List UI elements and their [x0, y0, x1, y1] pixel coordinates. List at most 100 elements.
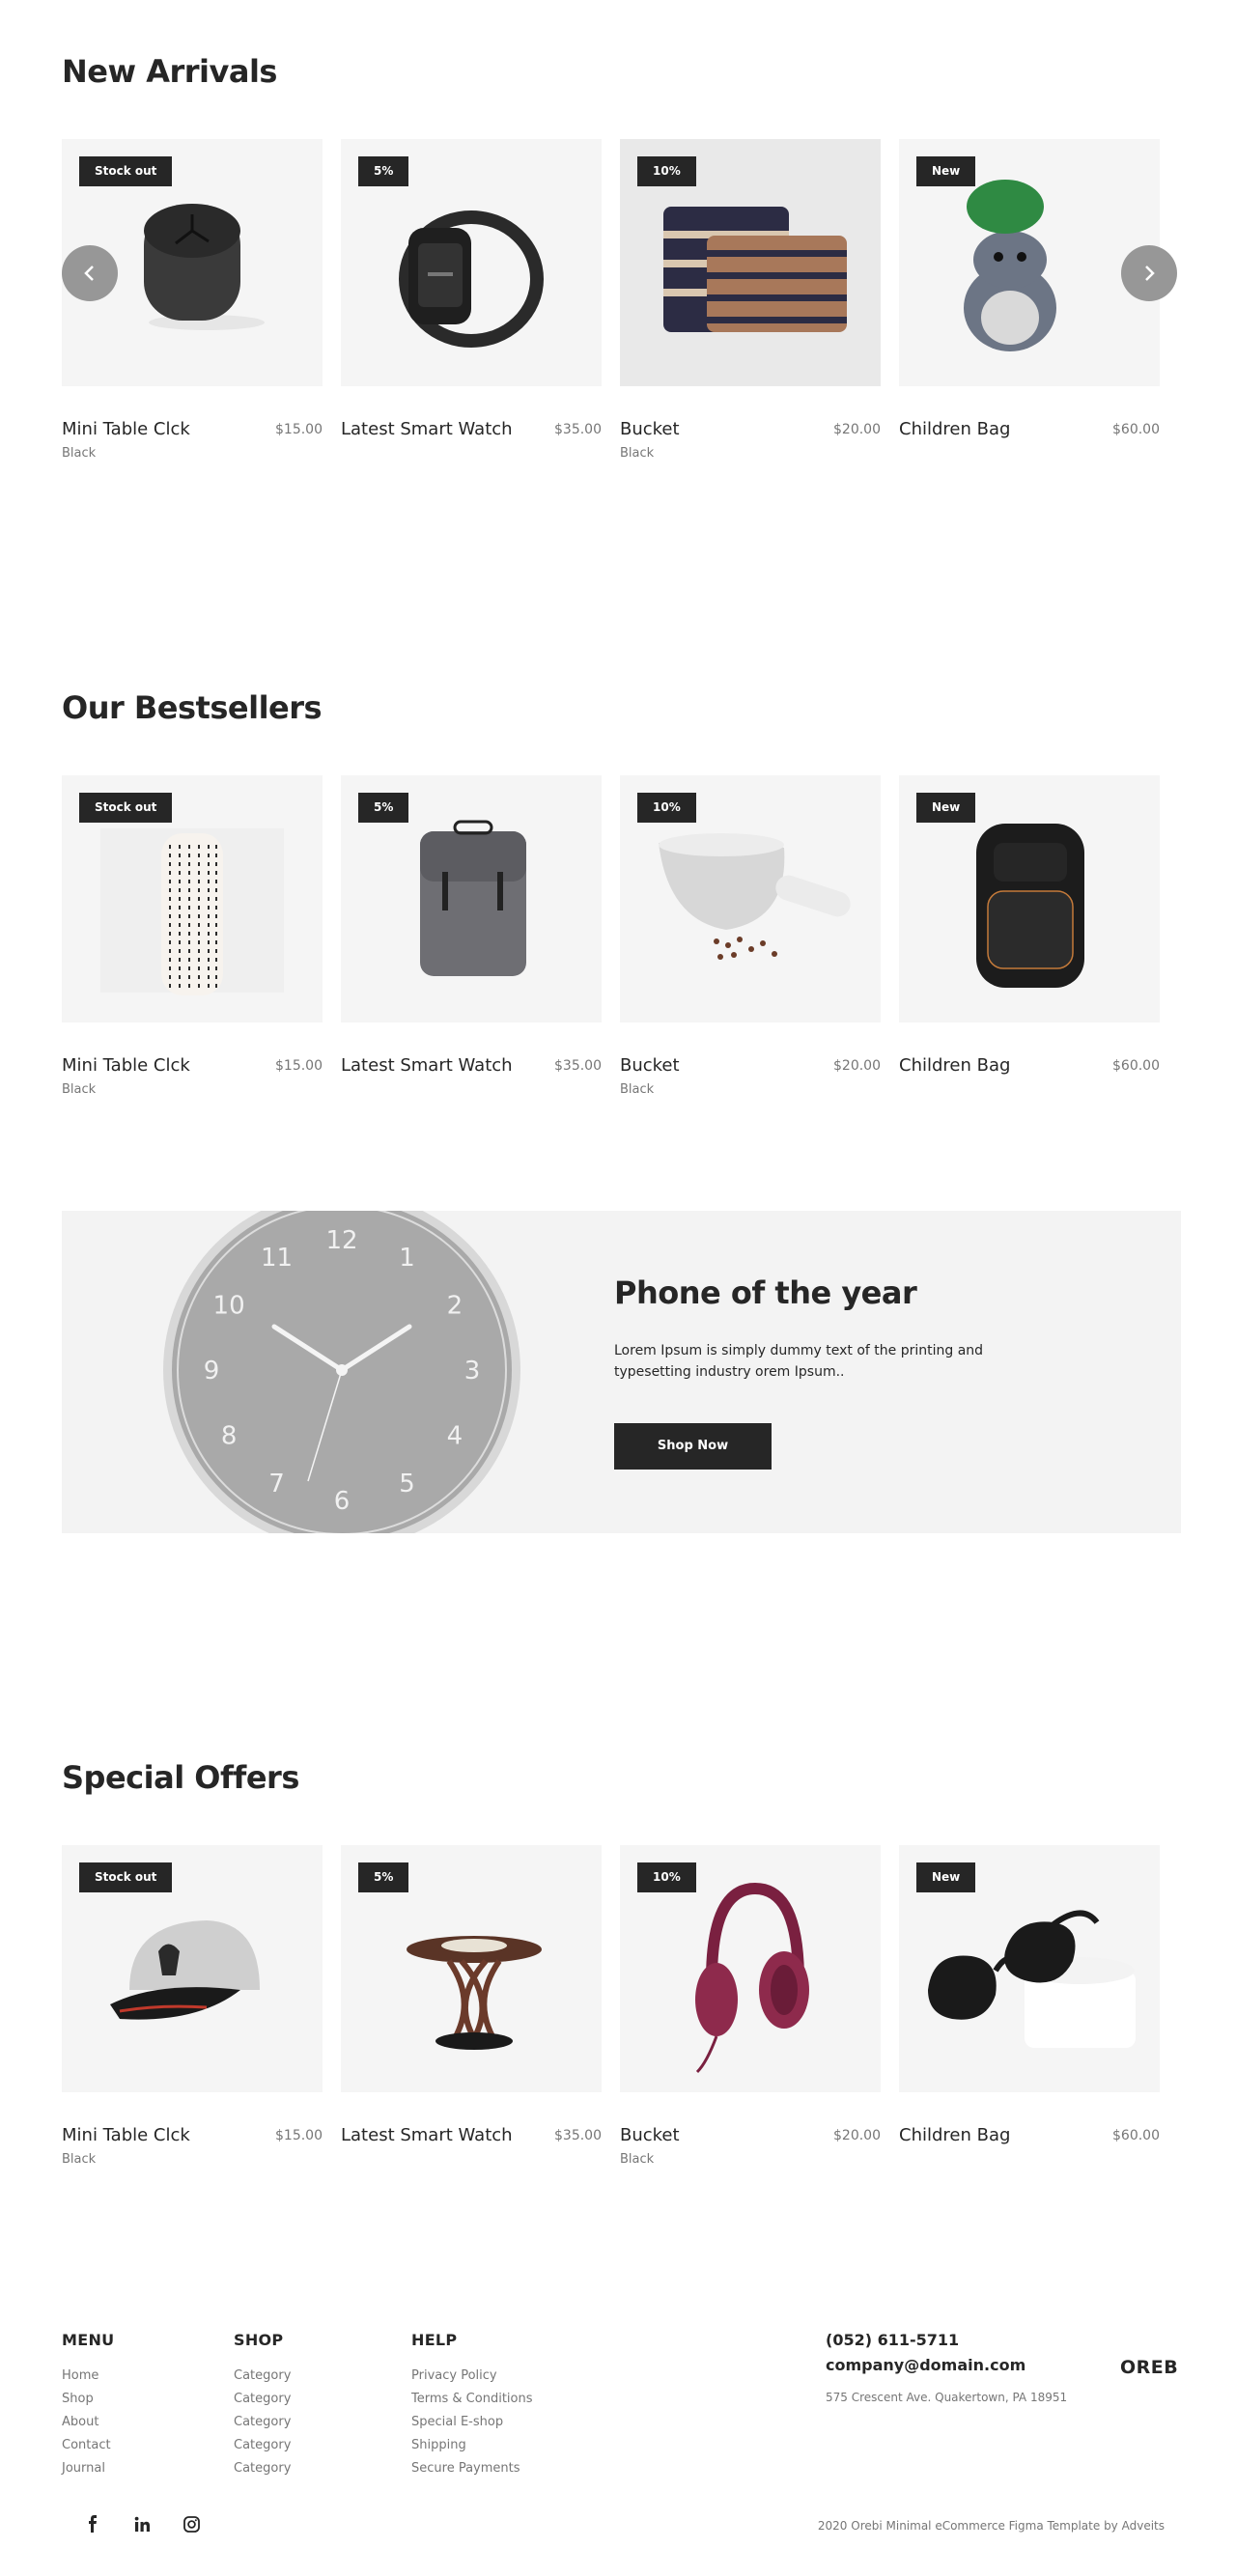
product-price: $20.00: [833, 1058, 881, 1074]
facebook-icon: [89, 2515, 97, 2533]
clock-numeral: 11: [261, 1244, 293, 1273]
carousel-next-button[interactable]: [1121, 245, 1177, 301]
product-badge: Stock out: [79, 793, 173, 823]
product-card[interactable]: 5% Latest Smart Watch $35.00: [341, 139, 602, 462]
product-image[interactable]: 5%: [341, 139, 602, 386]
clock-numeral: 7: [268, 1470, 285, 1498]
product-color: Black: [62, 2152, 97, 2167]
product-card[interactable]: Stock out Mini Table Clck $15.00 Black: [62, 1845, 323, 2168]
product-badge: New: [916, 793, 976, 823]
footer-link-category[interactable]: Category: [234, 2388, 291, 2411]
footer-help-title: HELP: [411, 2331, 458, 2349]
product-name[interactable]: Children Bag: [899, 419, 1010, 439]
special-offers-grid: Stock out Mini Table Clck $15.00 Black 5…: [62, 1845, 1163, 2193]
shop-now-button[interactable]: Shop Now: [614, 1423, 772, 1470]
footer-link-journal[interactable]: Journal: [62, 2457, 114, 2480]
product-color: [341, 1082, 602, 1098]
chevron-left-icon: [84, 266, 94, 281]
product-image[interactable]: 5%: [341, 1845, 602, 2092]
linkedin-icon: [134, 2516, 150, 2532]
footer-link-category[interactable]: Category: [234, 2411, 291, 2434]
product-image[interactable]: 10%: [620, 1845, 881, 2092]
footer-shop-title: SHOP: [234, 2331, 284, 2349]
product-image[interactable]: Stock out: [62, 1845, 323, 2092]
product-name[interactable]: Children Bag: [899, 1055, 1010, 1076]
footer-link-shop[interactable]: Shop: [62, 2388, 114, 2411]
clock-numeral: 10: [213, 1292, 245, 1321]
section-title-special-offers: Special Offers: [62, 1759, 299, 1796]
product-card[interactable]: 10% Bucket $20.00 Black: [620, 775, 881, 1098]
clock-numeral: 8: [221, 1422, 238, 1451]
contact-email[interactable]: company@domain.com: [826, 2356, 1067, 2383]
product-card[interactable]: 5% Latest Smart Watch $35.00: [341, 1845, 602, 2168]
footer-link-category[interactable]: Category: [234, 2365, 291, 2388]
footer-link-contact[interactable]: Contact: [62, 2434, 114, 2457]
wall-clock-image: 121234567891011: [163, 1211, 520, 1533]
product-card[interactable]: New Children Bag $60.00: [899, 775, 1160, 1098]
footer-link-special-eshop[interactable]: Special E-shop: [411, 2411, 533, 2434]
product-name[interactable]: Latest Smart Watch: [341, 2125, 513, 2145]
footer-link-privacy-policy[interactable]: Privacy Policy: [411, 2365, 533, 2388]
product-name[interactable]: Mini Table Clck: [62, 419, 190, 439]
product-image[interactable]: New: [899, 1845, 1160, 2092]
clock-numeral: 12: [325, 1226, 357, 1255]
footer-link-secure-payments[interactable]: Secure Payments: [411, 2457, 533, 2480]
clock-numeral: 6: [334, 1487, 351, 1516]
product-name[interactable]: Mini Table Clck: [62, 2125, 190, 2145]
footer-link-category[interactable]: Category: [234, 2434, 291, 2457]
product-name[interactable]: Latest Smart Watch: [341, 419, 513, 439]
product-name[interactable]: Bucket: [620, 2125, 680, 2145]
clock-numeral: 9: [204, 1357, 220, 1386]
linkedin-link[interactable]: [132, 2514, 152, 2534]
carousel-prev-button[interactable]: [62, 245, 118, 301]
product-badge: 10%: [637, 1862, 696, 1892]
footer-link-about[interactable]: About: [62, 2411, 114, 2434]
product-color: Black: [620, 2152, 655, 2167]
product-card[interactable]: New Children Bag $60.00: [899, 1845, 1160, 2168]
product-image[interactable]: 10%: [620, 775, 881, 1022]
product-price: $15.00: [275, 2128, 323, 2143]
promo-banner: 12 1 2 3 4 5 6 7 8 9 10 11 Phone of the year Lorem …: [62, 1211, 1181, 1533]
product-card[interactable]: 5% Latest Smart Watch $35.00: [341, 775, 602, 1098]
product-color: [341, 2152, 602, 2168]
product-image[interactable]: 5%: [341, 775, 602, 1022]
footer-link-home[interactable]: Home: [62, 2365, 114, 2388]
product-image[interactable]: New: [899, 775, 1160, 1022]
product-price: $15.00: [275, 1058, 323, 1074]
footer-link-category[interactable]: Category: [234, 2457, 291, 2480]
footer-shop: SHOP Category Category Category Category…: [234, 2331, 291, 2480]
copyright-text: 2020 Orebi Minimal eCommerce Figma Templ…: [817, 2519, 1165, 2533]
clock-numeral: 2: [447, 1292, 464, 1321]
facebook-link[interactable]: [83, 2514, 102, 2534]
product-card[interactable]: Stock out Mini Table Clck $15.00 Black: [62, 139, 323, 462]
product-image[interactable]: 10%: [620, 139, 881, 386]
product-name[interactable]: Bucket: [620, 419, 680, 439]
product-badge: 5%: [358, 1862, 409, 1892]
product-color: [341, 446, 602, 462]
footer-contact: (052) 611-5711 company@domain.com 575 Cr…: [826, 2331, 1067, 2404]
product-name[interactable]: Mini Table Clck: [62, 1055, 190, 1076]
contact-phone[interactable]: (052) 611-5711: [826, 2331, 1067, 2354]
product-name[interactable]: Bucket: [620, 1055, 680, 1076]
product-name[interactable]: Latest Smart Watch: [341, 1055, 513, 1076]
footer-link-terms[interactable]: Terms & Conditions: [411, 2388, 533, 2411]
footer-menu: MENU Home Shop About Contact Journal: [62, 2331, 114, 2480]
chevron-right-icon: [1145, 266, 1155, 281]
product-color: [899, 446, 1160, 462]
product-card[interactable]: Stock out Mini Table Clck $15.00 Black: [62, 775, 323, 1098]
footer-logo[interactable]: OREBI: [1120, 2357, 1178, 2378]
instagram-link[interactable]: [182, 2514, 201, 2534]
clock-numeral: 3: [464, 1357, 481, 1386]
product-image[interactable]: New: [899, 139, 1160, 386]
product-price: $60.00: [1112, 1058, 1160, 1074]
section-title-bestsellers: Our Bestsellers: [62, 689, 323, 726]
product-name[interactable]: Children Bag: [899, 2125, 1010, 2145]
product-image[interactable]: Stock out: [62, 775, 323, 1022]
product-card[interactable]: New Children Bag $60.00: [899, 139, 1160, 462]
section-title-new-arrivals: New Arrivals: [62, 53, 277, 90]
promo-title: Phone of the year: [614, 1274, 917, 1311]
product-price: $35.00: [554, 1058, 602, 1074]
product-card[interactable]: 10% Bucket $20.00 Black: [620, 1845, 881, 2168]
footer-link-shipping[interactable]: Shipping: [411, 2434, 533, 2457]
product-card[interactable]: 10% Bucket $20.00 Black: [620, 139, 881, 462]
